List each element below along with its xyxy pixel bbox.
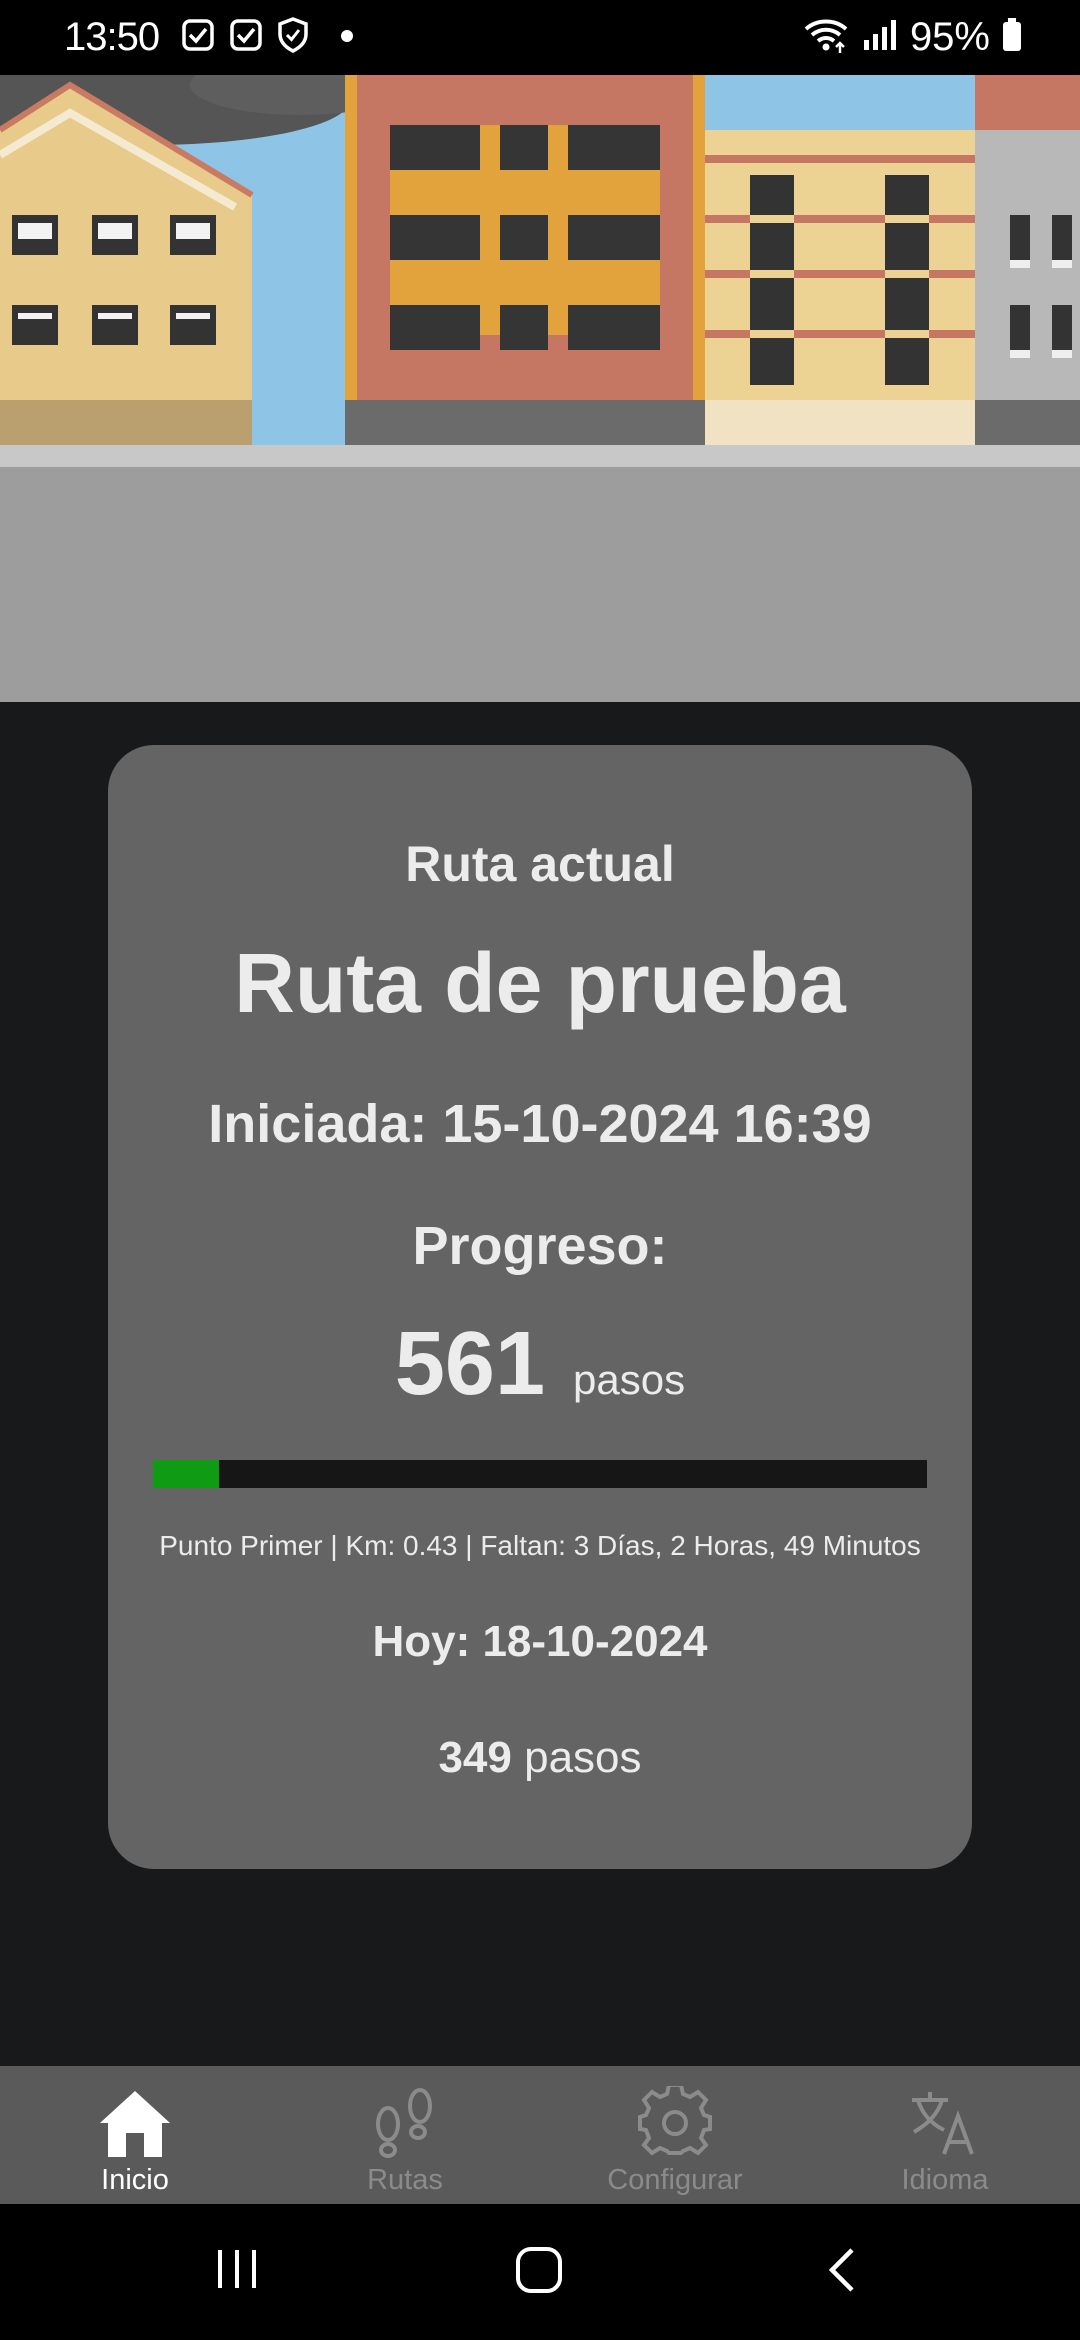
translate-icon [908,2084,982,2162]
nav-label-rutas: Rutas [367,2164,443,2196]
today-steps-unit: pasos [524,1733,642,1782]
progress-label: Progreso: [412,1216,668,1276]
battery-percentage: 95% [909,15,990,59]
nav-item-configurar[interactable]: Configurar [540,2066,810,2204]
battery-icon [1002,18,1022,57]
back-icon[interactable] [826,2246,858,2299]
today-steps: 349 pasos [108,1733,972,1783]
route-started-date: Iniciada: 15-10-2024 16:39 [208,1094,872,1154]
progress-detail: Punto Primer | Km: 0.43 | Faltan: 3 Días… [159,1530,921,1561]
signal-icon [862,18,898,57]
current-route-card: Ruta actual Ruta de prueba Iniciada: 15-… [108,745,972,1869]
footsteps-icon [370,2084,440,2162]
nav-item-idioma[interactable]: Idioma [810,2066,1080,2204]
nav-item-inicio[interactable]: Inicio [0,2066,270,2204]
status-bar: 13:50 95% [0,0,1080,75]
gear-icon [638,2084,712,2162]
dot-icon [341,29,354,47]
today-date: Hoy: 18-10-2024 [372,1617,708,1666]
hero-street-illustration [0,75,1080,702]
progress-steps-unit: pasos [573,1356,686,1403]
route-name: Ruta de prueba [234,936,846,1030]
progress-steps-count: 561 [394,1314,546,1414]
status-time: 13:50 [64,15,160,59]
route-label: Ruta actual [405,836,675,892]
today-steps-count: 349 [438,1733,512,1782]
progress-steps: 561 pasos [108,1313,972,1416]
check-square-icon [229,18,263,57]
bottom-navigation: Inicio Rutas Configurar Idioma [0,2066,1080,2204]
recent-apps-icon[interactable] [214,2246,260,2297]
shield-check-icon [277,17,309,58]
home-icon [96,2084,174,2162]
status-right: 95% [802,15,1022,60]
wifi-icon [802,17,850,58]
check-square-icon [181,18,215,57]
system-navigation-bar [0,2204,1080,2340]
nav-label-idioma: Idioma [901,2164,989,2196]
nav-label-inicio: Inicio [101,2164,169,2196]
nav-item-rutas[interactable]: Rutas [270,2066,540,2204]
status-left: 13:50 [64,15,354,60]
route-progress-fill [153,1460,219,1488]
nav-label-configurar: Configurar [607,2164,743,2196]
home-button-icon[interactable] [515,2246,563,2299]
route-progress-bar [153,1460,927,1488]
